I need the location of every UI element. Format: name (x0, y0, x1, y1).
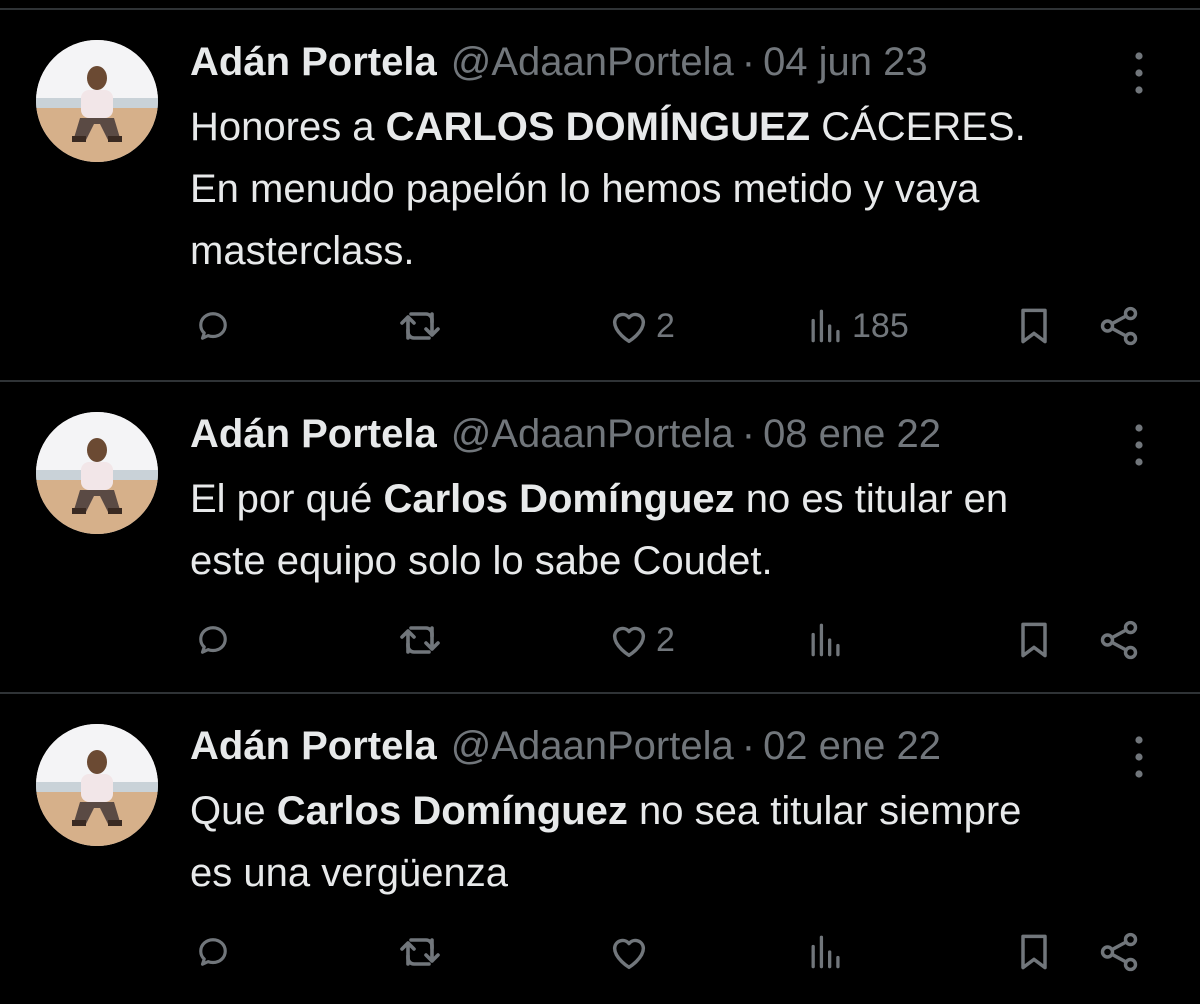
reply-icon (192, 619, 234, 661)
retweet-icon (396, 928, 444, 976)
tweet-text: Honores a CARLOS DOMÍNGUEZ CÁCERES. En m… (190, 105, 1026, 273)
views-button[interactable] (804, 610, 852, 670)
author-handle[interactable]: @AdaanPortela (451, 40, 734, 85)
views-button[interactable]: 185 (804, 296, 909, 356)
author-name[interactable]: Adán Portela (190, 40, 437, 85)
avatar[interactable] (36, 724, 158, 846)
tweet-date[interactable]: 04 jun 23 (763, 40, 928, 85)
share-icon (1096, 303, 1142, 349)
avatar[interactable] (36, 40, 158, 162)
action-bar (0, 922, 1200, 982)
author-handle[interactable]: @AdaanPortela (451, 724, 734, 769)
tweet-date[interactable]: 08 ene 22 (763, 412, 941, 457)
tweet-text: Que Carlos Domínguez no sea titular siem… (190, 789, 1022, 895)
reply-icon (192, 305, 234, 347)
views-button[interactable] (804, 922, 852, 982)
tweet-text: El por qué Carlos Domínguez no es titula… (190, 477, 1009, 583)
bookmark-icon (1012, 930, 1056, 974)
like-count: 2 (656, 306, 675, 345)
more-icon[interactable] (1124, 48, 1154, 98)
views-icon (804, 618, 848, 662)
like-button[interactable]: 2 (606, 610, 675, 670)
like-icon (606, 617, 652, 663)
tweet-date[interactable]: 02 ene 22 (763, 724, 941, 769)
like-icon (606, 929, 652, 975)
action-bar: 2 185 (0, 296, 1200, 356)
avatar[interactable] (36, 412, 158, 534)
reply-button[interactable] (192, 922, 234, 982)
author-name[interactable]: Adán Portela (190, 724, 437, 769)
author-handle[interactable]: @AdaanPortela (451, 412, 734, 457)
share-icon (1096, 929, 1142, 975)
author-name[interactable]: Adán Portela (190, 412, 437, 457)
bookmark-button[interactable] (1012, 610, 1056, 670)
action-bar: 2 (0, 610, 1200, 670)
top-border (0, 8, 1200, 10)
like-button[interactable]: 2 (606, 296, 675, 356)
reply-button[interactable] (192, 610, 234, 670)
view-count: 185 (852, 306, 909, 345)
bookmark-button[interactable] (1012, 296, 1056, 356)
share-button[interactable] (1096, 922, 1142, 982)
separator: · (741, 724, 756, 768)
bookmark-button[interactable] (1012, 922, 1056, 982)
tweet-header: Adán Portela @AdaanPortela · 08 ene 22 (190, 412, 941, 460)
reply-icon (192, 931, 234, 973)
like-count: 2 (656, 620, 675, 659)
separator: · (741, 412, 756, 456)
retweet-button[interactable] (396, 922, 444, 982)
retweet-icon (396, 616, 444, 664)
share-button[interactable] (1096, 296, 1142, 356)
divider (0, 380, 1200, 382)
views-icon (804, 304, 848, 348)
like-icon (606, 303, 652, 349)
separator: · (741, 40, 756, 84)
views-icon (804, 930, 848, 974)
divider (0, 692, 1200, 694)
reply-button[interactable] (192, 296, 234, 356)
share-button[interactable] (1096, 610, 1142, 670)
bookmark-icon (1012, 618, 1056, 662)
tweet-header: Adán Portela @AdaanPortela · 04 jun 23 (190, 40, 928, 88)
retweet-icon (396, 302, 444, 350)
retweet-button[interactable] (396, 296, 444, 356)
bookmark-icon (1012, 304, 1056, 348)
retweet-button[interactable] (396, 610, 444, 670)
tweet-header: Adán Portela @AdaanPortela · 02 ene 22 (190, 724, 941, 772)
like-button[interactable] (606, 922, 656, 982)
more-icon[interactable] (1124, 732, 1154, 782)
share-icon (1096, 617, 1142, 663)
more-icon[interactable] (1124, 420, 1154, 470)
